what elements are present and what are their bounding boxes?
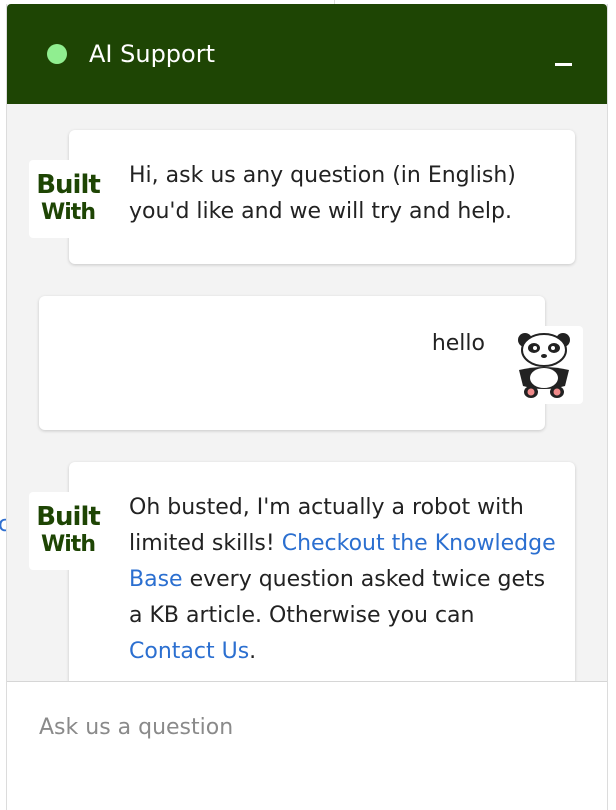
user-message: hello bbox=[39, 296, 545, 430]
chat-title: AI Support bbox=[89, 40, 215, 68]
builtwith-logo-avatar: Built With bbox=[29, 160, 107, 238]
bot-message: Oh busted, I'm actually a robot with lim… bbox=[69, 462, 575, 681]
logo-word-with: With bbox=[41, 532, 96, 557]
minimize-button[interactable] bbox=[545, 44, 581, 80]
message-text-part: every question asked twice gets a KB art… bbox=[129, 567, 546, 628]
message-list[interactable]: Hi, ask us any question (in English) you… bbox=[7, 104, 607, 681]
message-text: hello bbox=[431, 331, 485, 356]
message-text: Oh busted, I'm actually a robot with lim… bbox=[129, 490, 559, 670]
chat-widget: AI Support Hi, ask us any question (in E… bbox=[6, 4, 608, 810]
logo-word-with: With bbox=[41, 200, 96, 225]
panda-avatar bbox=[505, 326, 583, 404]
bot-message: Hi, ask us any question (in English) you… bbox=[69, 130, 575, 264]
chat-header: AI Support bbox=[7, 4, 607, 104]
online-status-icon bbox=[47, 44, 67, 64]
logo-word-built: Built bbox=[36, 170, 101, 200]
logo-word-built: Built bbox=[36, 502, 101, 532]
message-composer bbox=[7, 681, 607, 810]
question-input[interactable] bbox=[37, 706, 581, 748]
message-text-part: . bbox=[249, 639, 257, 664]
panda-icon bbox=[518, 333, 570, 398]
minimize-icon bbox=[555, 63, 572, 66]
message-text: Hi, ask us any question (in English) you… bbox=[129, 163, 516, 224]
contact-us-link[interactable]: Contact Us bbox=[129, 639, 249, 664]
builtwith-logo-avatar: Built With bbox=[29, 492, 107, 570]
